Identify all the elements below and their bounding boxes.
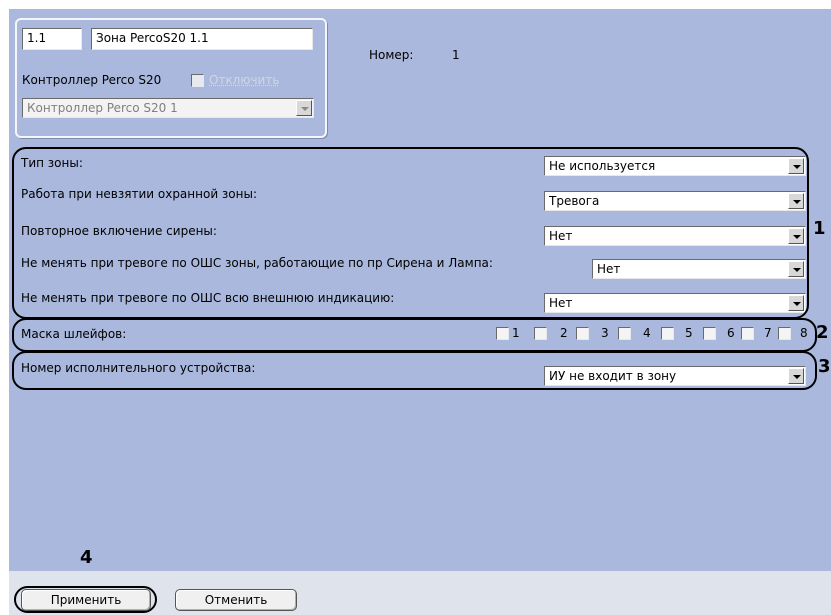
zone-id-field[interactable]: 1.1 [22, 28, 82, 50]
chevron-down-icon [296, 100, 312, 116]
disable-label: Отключить [209, 73, 280, 87]
zone-header-group: 1.1 Зона PercoS20 1.1 Контроллер Perco S… [15, 18, 327, 138]
callout-number-2: 2 [816, 322, 829, 343]
disable-checkbox[interactable] [191, 74, 204, 87]
callout-number-4: 4 [80, 547, 93, 568]
callout-number-3: 3 [818, 356, 831, 377]
controller-select[interactable]: Контроллер Perco S20 1 [22, 98, 314, 118]
callout-oval-1 [12, 147, 809, 319]
controller-label: Контроллер Perco S20 [22, 73, 162, 87]
number-label: Номер: [369, 48, 414, 62]
controller-select-value: Контроллер Perco S20 1 [27, 101, 178, 115]
number-value: 1 [452, 48, 460, 62]
callout-oval-2 [12, 318, 817, 352]
zone-name-field[interactable]: Зона PercoS20 1.1 [91, 28, 313, 50]
callout-oval-3 [12, 351, 817, 390]
apply-button[interactable]: Применить [21, 589, 151, 611]
callout-number-1: 1 [813, 218, 826, 239]
cancel-button[interactable]: Отменить [175, 589, 297, 611]
